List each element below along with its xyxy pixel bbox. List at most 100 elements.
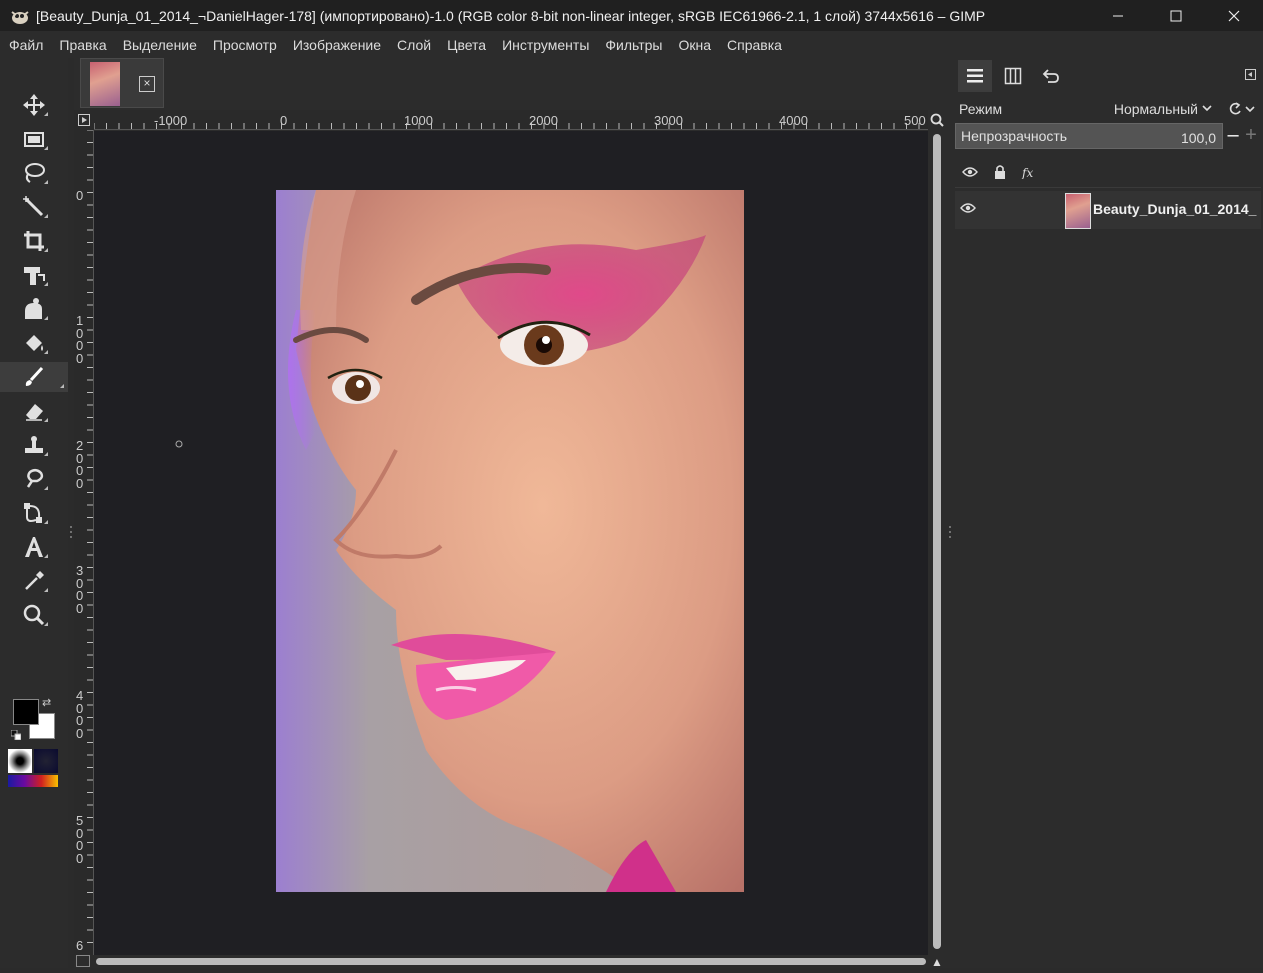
clone-tool-icon xyxy=(25,436,43,453)
opacity-slider[interactable]: Непрозрачность 100,0 xyxy=(955,123,1223,149)
menu-select[interactable]: Выделение xyxy=(115,37,205,53)
fuzzy-select-tool-button[interactable] xyxy=(18,192,50,222)
swap-colors-icon[interactable]: ⇄ xyxy=(42,696,51,709)
opacity-row: Непрозрачность 100,0 – + xyxy=(955,123,1261,149)
ruler-label: 6 xyxy=(76,938,84,953)
horizontal-ruler[interactable]: -1000 0 1000 2000 3000 4000 500 xyxy=(94,110,928,130)
pattern-preview[interactable] xyxy=(34,749,58,773)
undo-history-tab[interactable] xyxy=(1034,60,1068,92)
ruler-label: 3000 xyxy=(76,563,84,616)
vertical-scrollbar[interactable] xyxy=(929,131,946,955)
menu-edit[interactable]: Правка xyxy=(51,37,114,53)
menu-view[interactable]: Просмотр xyxy=(205,37,285,53)
horizontal-scrollbar[interactable] xyxy=(94,955,928,968)
composite-mode-button[interactable] xyxy=(1224,97,1260,121)
layer-row[interactable]: Beauty_Dunja_01_2014_ xyxy=(955,191,1261,229)
layers-dock: Режим Нормальный Непрозрачность 100,0 – … xyxy=(954,58,1263,968)
visibility-header-icon[interactable] xyxy=(959,162,981,182)
zoom-follow-icon[interactable] xyxy=(928,110,946,130)
menu-help[interactable]: Справка xyxy=(719,37,790,53)
lasso-tool-button[interactable] xyxy=(18,158,50,188)
maximize-button[interactable] xyxy=(1147,0,1205,31)
ruler-label: 500 xyxy=(904,113,926,128)
image-tab[interactable]: × xyxy=(80,58,164,108)
eraser-tool-button[interactable] xyxy=(18,396,50,426)
ruler-label: 1000 xyxy=(76,313,84,366)
reset-colors-icon[interactable] xyxy=(10,727,22,741)
menu-image[interactable]: Изображение xyxy=(285,37,389,53)
close-tab-icon[interactable]: × xyxy=(139,76,155,92)
navigate-icon[interactable]: ▲ xyxy=(929,955,945,969)
bucket-fill-tool-icon xyxy=(26,335,43,351)
opacity-label: Непрозрачность xyxy=(961,128,1068,144)
svg-text:fx: fx xyxy=(1021,166,1033,179)
quick-mask-toggle[interactable] xyxy=(76,955,90,967)
channels-tab[interactable] xyxy=(996,60,1030,92)
panel-resize-handle[interactable] xyxy=(946,58,954,968)
bucket-fill-tool-button[interactable] xyxy=(18,328,50,358)
menu-windows[interactable]: Окна xyxy=(670,37,719,53)
crop-tool-icon xyxy=(24,231,44,251)
maximize-icon xyxy=(1170,10,1182,21)
menu-file[interactable]: Файл xyxy=(1,37,51,53)
eye-icon[interactable] xyxy=(960,201,980,219)
ruler-label: 1000 xyxy=(404,113,433,128)
transform-tool-button[interactable] xyxy=(18,260,50,290)
window-title: [Beauty_Dunja_01_2014_¬DanielHager-178] … xyxy=(36,7,986,24)
lock-icon[interactable] xyxy=(989,162,1011,182)
dock-menu-icon[interactable] xyxy=(1244,68,1258,82)
vertical-scrollbar-thumb[interactable] xyxy=(933,134,941,949)
image-canvas[interactable] xyxy=(94,131,928,955)
paintbrush-tool-button[interactable] xyxy=(0,362,68,392)
text-tool-button[interactable] xyxy=(18,532,50,562)
crop-tool-button[interactable] xyxy=(18,226,50,256)
color-picker-tool-icon xyxy=(25,571,44,590)
layers-list-header: fx xyxy=(955,156,1261,188)
smudge-tool-icon xyxy=(26,469,44,488)
foreground-color-swatch[interactable] xyxy=(13,699,39,725)
transform-tool-icon xyxy=(24,267,45,285)
menu-colors[interactable]: Цвета xyxy=(439,37,494,53)
fuzzy-select-tool-icon xyxy=(23,196,44,217)
smudge-tool-button[interactable] xyxy=(18,464,50,494)
layers-tab[interactable] xyxy=(958,60,992,92)
portrait-photo[interactable] xyxy=(276,190,744,892)
lasso-tool-icon xyxy=(25,163,45,183)
ruler-label: 4000 xyxy=(76,688,84,741)
menu-layer[interactable]: Слой xyxy=(389,37,439,53)
title-bar: [Beauty_Dunja_01_2014_¬DanielHager-178] … xyxy=(0,0,1263,31)
menu-tools[interactable]: Инструменты xyxy=(494,37,597,53)
brush-preview[interactable] xyxy=(8,749,32,773)
layer-name[interactable]: Beauty_Dunja_01_2014_ xyxy=(1093,201,1256,217)
move-tool-icon xyxy=(23,94,45,116)
minimize-button[interactable] xyxy=(1089,0,1147,31)
opacity-increase-button[interactable]: + xyxy=(1243,125,1259,146)
brush-cursor-icon xyxy=(175,440,183,448)
color-picker-tool-button[interactable] xyxy=(18,566,50,596)
move-tool-button[interactable] xyxy=(18,90,50,120)
ruler-corner-menu[interactable] xyxy=(74,110,94,130)
reset-mode-icon xyxy=(1229,102,1255,115)
mode-select[interactable]: Нормальный xyxy=(1098,97,1220,121)
layer-thumbnail[interactable] xyxy=(1065,193,1091,229)
close-button[interactable] xyxy=(1205,0,1263,31)
effects-icon[interactable]: fx xyxy=(1019,162,1041,182)
ruler-label: 3000 xyxy=(654,113,683,128)
warp-tool-button[interactable] xyxy=(18,294,50,324)
image-tab-thumbnail xyxy=(90,62,120,106)
ruler-label: -1000 xyxy=(154,113,188,128)
opacity-decrease-button[interactable]: – xyxy=(1225,125,1241,146)
menu-filters[interactable]: Фильтры xyxy=(597,37,670,53)
text-tool-icon xyxy=(25,537,43,557)
horizontal-scrollbar-thumb[interactable] xyxy=(96,958,926,965)
gradient-preview[interactable] xyxy=(8,775,58,787)
ruler-label: 0 xyxy=(76,188,84,203)
zoom-tool-button[interactable] xyxy=(18,600,50,630)
rect-select-tool-button[interactable] xyxy=(18,124,50,154)
clone-tool-button[interactable] xyxy=(18,430,50,460)
eraser-tool-icon xyxy=(26,404,43,421)
vertical-ruler[interactable]: 0 1000 2000 3000 4000 5000 6 xyxy=(74,130,94,955)
paintbrush-tool-icon xyxy=(25,366,44,386)
opacity-value: 100,0 xyxy=(1180,130,1216,146)
paths-tool-button[interactable] xyxy=(18,498,50,528)
